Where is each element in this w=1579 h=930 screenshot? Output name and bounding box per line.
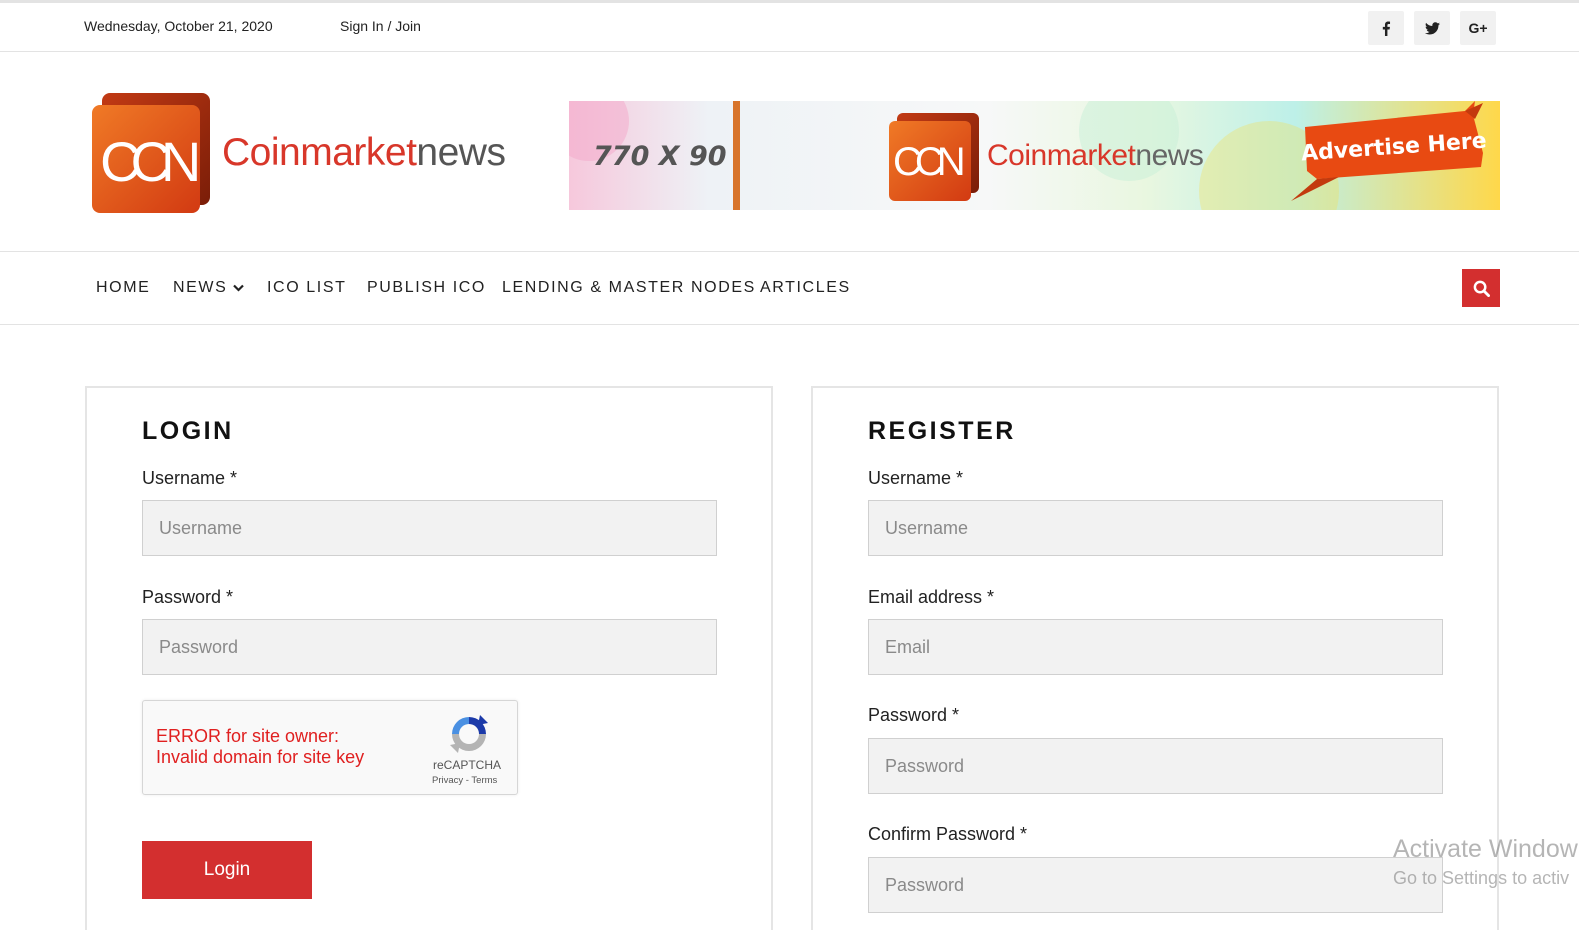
register-password-input[interactable] (868, 738, 1443, 794)
chevron-down-icon (233, 284, 245, 292)
top-bar: Wednesday, October 21, 2020 Sign In / Jo… (0, 0, 1579, 52)
logo-wordmark-part2: news (416, 131, 506, 174)
advertise-banner[interactable]: 770 X 90 CCN Coinmarketnews Advertise He… (569, 101, 1500, 210)
logo-wordmark: Coinmarketnews (222, 131, 506, 175)
recaptcha-brand: reCAPTCHA (433, 758, 502, 772)
google-plus-button[interactable]: G+ (1460, 11, 1496, 45)
register-email-input[interactable] (868, 619, 1443, 675)
register-email-label: Email address * (868, 587, 995, 607)
register-password-label: Password * (868, 705, 960, 725)
facebook-button[interactable] (1368, 11, 1404, 45)
svg-text:CCN: CCN (100, 130, 197, 193)
site-logo[interactable]: CCN Coinmarketnews (90, 93, 510, 215)
login-username-input[interactable] (142, 500, 717, 556)
banner-wordmark-part2: news (1135, 139, 1204, 172)
logo-wordmark-part1: Coinmarket (222, 131, 417, 174)
activate-windows-watermark: Activate Window (1393, 835, 1578, 863)
banner-wordmark-part1: Coinmarket (987, 139, 1136, 172)
login-panel: LOGIN Username * Password * ERROR for si… (85, 386, 773, 930)
banner-divider (733, 101, 740, 210)
ccn-logo-icon: CCN (92, 93, 210, 213)
search-icon (1473, 280, 1490, 297)
search-button[interactable] (1462, 269, 1500, 307)
sign-in-join-link[interactable]: Sign In / Join (340, 18, 421, 34)
recaptcha-privacy-terms[interactable]: Privacy - Terms (432, 775, 497, 786)
svg-text:CCN: CCN (893, 140, 963, 184)
recaptcha-widget[interactable]: ERROR for site owner: Invalid domain for… (142, 700, 518, 795)
nav-item-news-label: NEWS (173, 279, 228, 296)
login-title: LOGIN (142, 417, 234, 445)
facebook-icon (1382, 20, 1391, 36)
login-button[interactable]: Login (142, 841, 312, 899)
login-password-input[interactable] (142, 619, 717, 675)
recaptcha-logo-icon (450, 715, 488, 753)
nav-item-publish-ico[interactable]: PUBLISH ICO (367, 279, 486, 297)
google-plus-icon: G+ (1468, 20, 1488, 36)
twitter-icon (1424, 21, 1440, 34)
nav-item-ico-list[interactable]: ICO LIST (267, 279, 346, 297)
recaptcha-error-line1: ERROR for site owner: (156, 726, 340, 746)
nav-item-lending-master-nodes[interactable]: LENDING & MASTER NODES (502, 279, 756, 297)
login-username-label: Username * (142, 468, 238, 488)
recaptcha-error-line2: Invalid domain for site key (156, 747, 365, 767)
banner-size-text: 770 X 90 (593, 141, 727, 172)
login-password-label: Password * (142, 587, 234, 607)
activate-windows-subtext: Go to Settings to activ (1393, 868, 1570, 888)
register-username-label: Username * (868, 468, 964, 488)
register-confirm-password-label: Confirm Password * (868, 824, 1028, 844)
recaptcha-error: ERROR for site owner: Invalid domain for… (156, 726, 364, 768)
main-nav: HOME NEWS ICO LIST PUBLISH ICO LENDING &… (0, 251, 1579, 325)
nav-item-news[interactable]: NEWS (173, 279, 245, 297)
register-username-input[interactable] (868, 500, 1443, 556)
current-date: Wednesday, October 21, 2020 (84, 18, 273, 34)
register-confirm-password-input[interactable] (868, 857, 1443, 913)
twitter-button[interactable] (1414, 11, 1450, 45)
register-title: REGISTER (868, 417, 1016, 445)
banner-ccn-logo-icon: CCN (889, 113, 979, 201)
nav-item-articles[interactable]: ARTICLES (760, 279, 851, 297)
nav-item-home[interactable]: HOME (96, 279, 150, 297)
banner-wordmark: Coinmarketnews (987, 139, 1204, 173)
